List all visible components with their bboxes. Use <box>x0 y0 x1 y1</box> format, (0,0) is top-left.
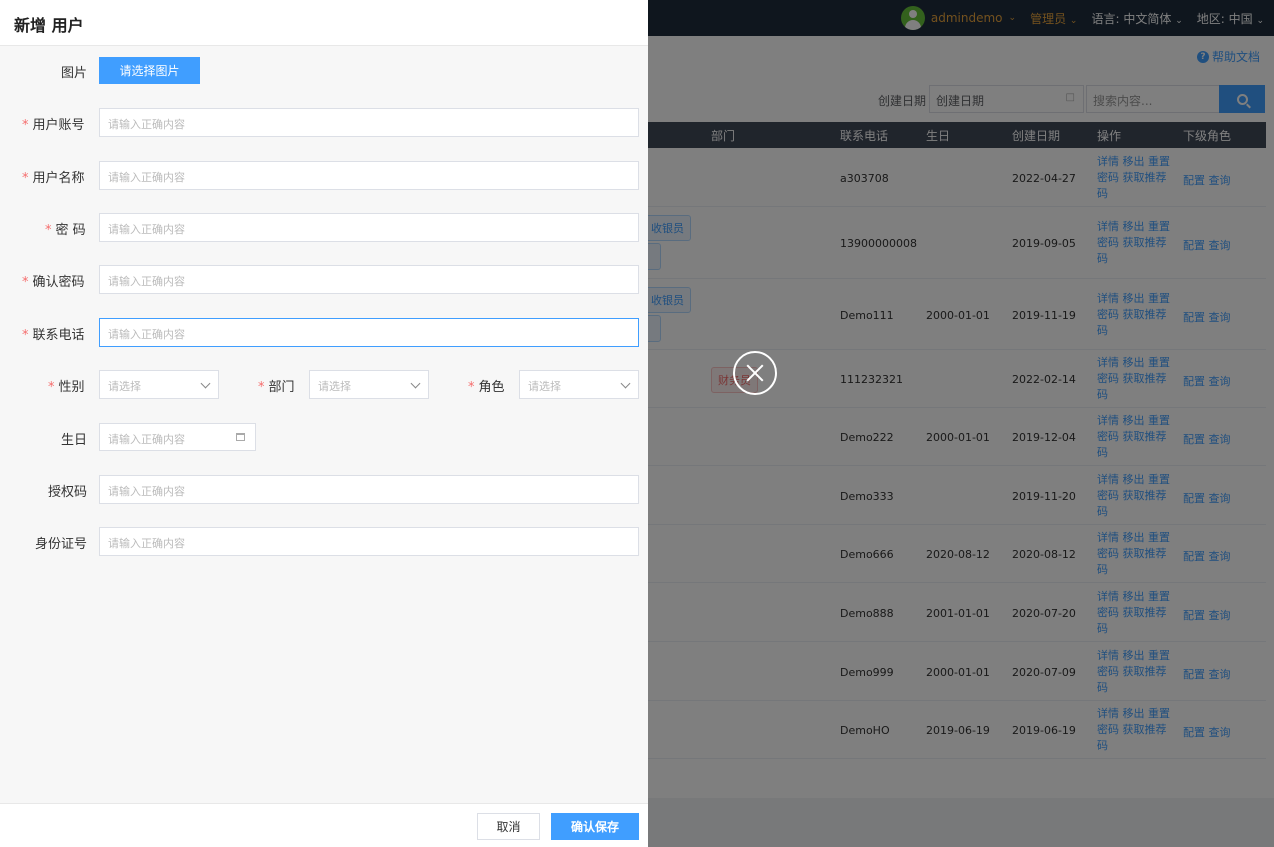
gender-select[interactable]: 请选择 <box>99 370 219 399</box>
required-mark: * <box>45 223 52 238</box>
password-label-text: 密 码 <box>55 223 86 238</box>
department-select[interactable]: 请选择 <box>309 370 429 399</box>
account-label: * 用户账号 <box>22 114 85 133</box>
name-label: * 用户名称 <box>22 167 85 186</box>
chevron-down-icon <box>200 378 211 389</box>
confirm-password-label-text: 确认密码 <box>32 275 85 290</box>
department-label-text: 部门 <box>268 380 295 395</box>
chevron-down-icon <box>620 378 631 389</box>
department-select-placeholder: 请选择 <box>318 380 351 393</box>
id-number-label: 身份证号 <box>35 537 88 552</box>
phone-label: * 联系电话 <box>22 324 85 343</box>
account-input[interactable]: 请输入正确内容 <box>99 108 639 137</box>
password-label: * 密 码 <box>45 219 86 238</box>
role-label-text: 角色 <box>478 380 505 395</box>
required-mark: * <box>258 380 265 395</box>
auth-code-input[interactable]: 请输入正确内容 <box>99 475 639 504</box>
image-label: 图片 <box>61 66 88 81</box>
required-mark: * <box>468 380 475 395</box>
password-input[interactable]: 请输入正确内容 <box>99 213 639 242</box>
required-mark: * <box>22 118 29 133</box>
auth-code-label: 授权码 <box>48 485 88 500</box>
select-image-button[interactable]: 请选择图片 <box>99 57 200 84</box>
required-mark: * <box>22 275 29 290</box>
phone-label-text: 联系电话 <box>32 328 85 343</box>
gender-label-text: 性别 <box>58 380 85 395</box>
birthday-label: 生日 <box>61 433 88 448</box>
drawer-header: 新增 用户 <box>0 0 648 46</box>
confirm-password-input[interactable]: 请输入正确内容 <box>99 265 639 294</box>
required-mark: * <box>48 380 55 395</box>
add-user-drawer: 新增 用户 图片 请选择图片 * 用户账号 请输入正确内容 * 用户名称 请输入正确… <box>0 0 648 847</box>
drawer-title: 新增 用户 <box>14 16 84 35</box>
gender-select-placeholder: 请选择 <box>108 380 141 393</box>
role-select[interactable]: 请选择 <box>519 370 639 399</box>
close-icon[interactable] <box>733 351 777 395</box>
save-button[interactable]: 确认保存 <box>551 813 639 840</box>
role-label: * 角色 <box>468 376 505 395</box>
gender-label: * 性别 <box>48 376 85 395</box>
account-label-text: 用户账号 <box>32 118 85 133</box>
birthday-placeholder: 请输入正确内容 <box>108 433 185 446</box>
required-mark: * <box>22 171 29 186</box>
role-select-placeholder: 请选择 <box>528 380 561 393</box>
required-mark: * <box>22 328 29 343</box>
name-label-text: 用户名称 <box>32 171 85 186</box>
calendar-icon <box>236 433 245 441</box>
confirm-password-label: * 确认密码 <box>22 271 85 290</box>
cancel-button[interactable]: 取消 <box>477 813 540 840</box>
id-number-input[interactable]: 请输入正确内容 <box>99 527 639 556</box>
chevron-down-icon <box>410 378 421 389</box>
department-label: * 部门 <box>258 376 295 395</box>
phone-input[interactable]: 请输入正确内容 <box>99 318 639 347</box>
birthday-input[interactable]: 请输入正确内容 <box>99 423 256 451</box>
name-input[interactable]: 请输入正确内容 <box>99 161 639 190</box>
